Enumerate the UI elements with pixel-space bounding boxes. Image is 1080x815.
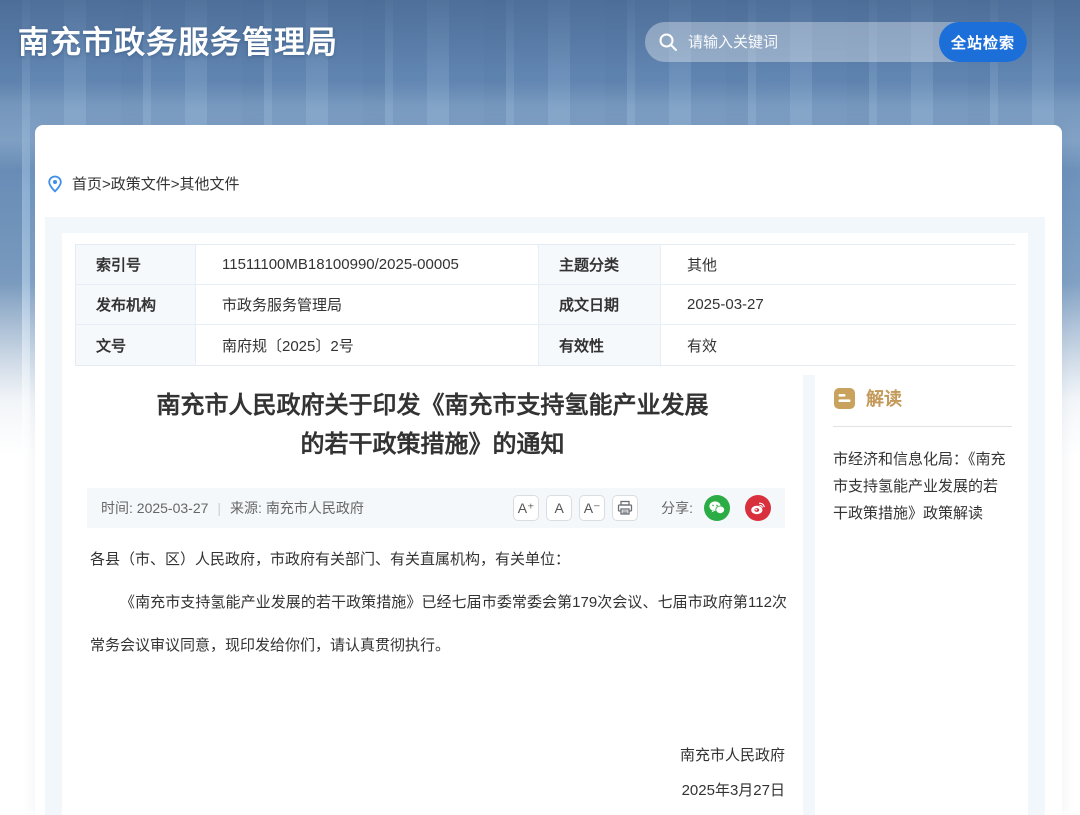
sidebar-divider — [833, 426, 1012, 427]
search-input[interactable] — [678, 22, 939, 62]
font-increase-button[interactable]: A⁺ — [513, 495, 539, 521]
site-search-button[interactable]: 全站检索 — [939, 22, 1027, 62]
article-meta-bar: 时间: 2025-03-27 | 来源: 南充市人民政府 A⁺ A A⁻ — [87, 488, 785, 528]
search-icon — [658, 32, 678, 52]
share-label: 分享: — [661, 498, 693, 518]
location-pin-icon — [47, 175, 63, 193]
sidebar-header: 解读 — [833, 385, 1012, 411]
content-card: 首页>政策文件>其他文件 索引号 11511100MB18100990/2025… — [35, 125, 1062, 815]
info-value-issue-date: 2025-03-27 — [661, 285, 1016, 325]
info-value-issuing-org: 市政务服务管理局 — [196, 285, 539, 325]
article-title-line-1: 南充市人民政府关于印发《南充市支持氢能产业发展 — [62, 386, 803, 425]
share-wechat-icon[interactable] — [704, 495, 730, 521]
article-paragraph-salutation: 各县（市、区）人民政府，市政府有关部门、有关直属机构，有关单位： — [90, 538, 787, 581]
meta-separator: | — [217, 500, 221, 516]
article-signature: 南充市人民政府 2025年3月27日 — [90, 738, 785, 808]
info-value-index-no: 11511100MB18100990/2025-00005 — [196, 245, 539, 285]
info-label-topic: 主题分类 — [539, 245, 661, 285]
article-body: 各县（市、区）人民政府，市政府有关部门、有关直属机构，有关单位： 《南充市支持氢… — [90, 538, 787, 667]
font-default-button[interactable]: A — [546, 495, 572, 521]
info-label-doc-number: 文号 — [76, 325, 196, 365]
article-title-line-2: 的若干政策措施》的通知 — [62, 425, 803, 464]
breadcrumb-path[interactable]: 首页>政策文件>其他文件 — [72, 173, 240, 194]
info-value-validity: 有效 — [661, 325, 1016, 365]
font-decrease-button[interactable]: A⁻ — [579, 495, 605, 521]
info-label-index-no: 索引号 — [76, 245, 196, 285]
article-title: 南充市人民政府关于印发《南充市支持氢能产业发展 的若干政策措施》的通知 — [62, 386, 803, 464]
document-inner-panel: 索引号 11511100MB18100990/2025-00005 主题分类 其… — [62, 233, 1028, 815]
policy-interpretation-link[interactable]: 市经济和信息化局：《南充市支持氢能产业发展的若干政策措施》政策解读 — [833, 446, 1012, 527]
info-label-issuing-org: 发布机构 — [76, 285, 196, 325]
search-bar: 全站检索 — [645, 22, 1027, 62]
share-weibo-icon[interactable] — [745, 495, 771, 521]
sidebar-title: 解读 — [866, 385, 902, 411]
site-title: 南充市政务服务管理局 — [18, 17, 338, 62]
document-panel: 索引号 11511100MB18100990/2025-00005 主题分类 其… — [45, 217, 1045, 815]
info-value-doc-number: 南府规〔2025〕2号 — [196, 325, 539, 365]
info-value-topic: 其他 — [661, 245, 1016, 285]
printer-icon — [617, 500, 633, 516]
breadcrumb: 首页>政策文件>其他文件 — [47, 173, 240, 194]
memo-document-icon — [833, 387, 856, 410]
article-source: 来源: 南充市人民政府 — [230, 498, 364, 518]
article-time: 时间: 2025-03-27 — [101, 498, 208, 518]
article-paragraph-main: 《南充市支持氢能产业发展的若干政策措施》已经七届市委常委会第179次会议、七届市… — [90, 581, 787, 667]
info-label-validity: 有效性 — [539, 325, 661, 365]
document-info-table: 索引号 11511100MB18100990/2025-00005 主题分类 其… — [75, 244, 1015, 366]
signature-date: 2025年3月27日 — [90, 773, 785, 808]
column-divider — [803, 375, 815, 815]
signature-issuer: 南充市人民政府 — [90, 738, 785, 773]
info-label-issue-date: 成文日期 — [539, 285, 661, 325]
print-button[interactable] — [612, 495, 638, 521]
interpretation-sidebar: 解读 市经济和信息化局：《南充市支持氢能产业发展的若干政策措施》政策解读 — [815, 375, 1028, 527]
